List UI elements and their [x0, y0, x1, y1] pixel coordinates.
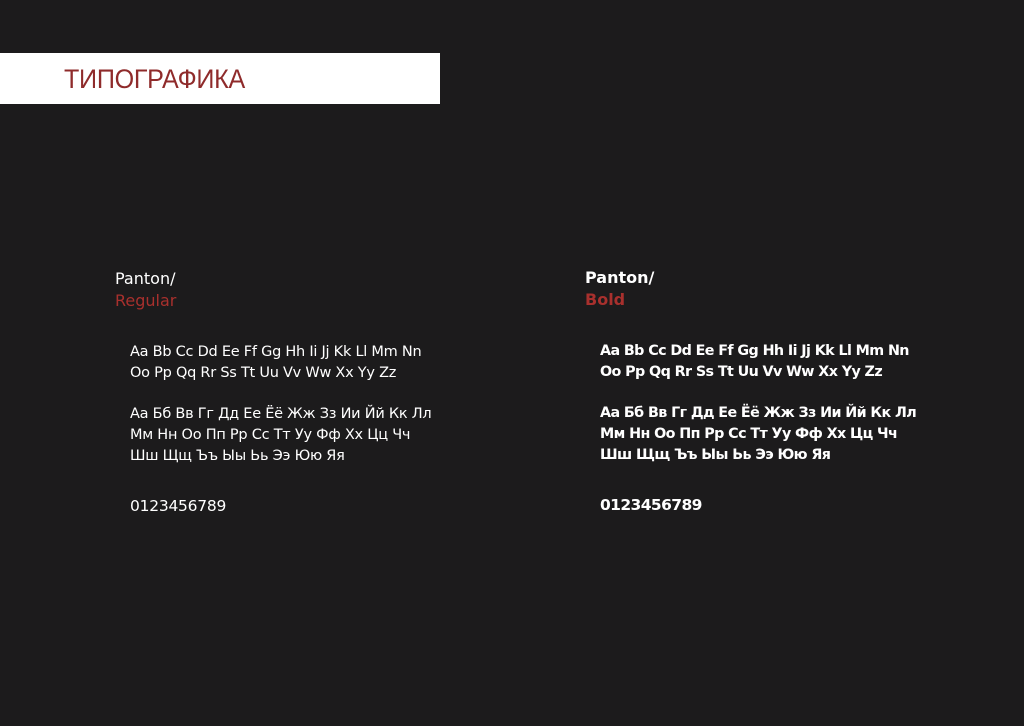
latin-line: Aa Bb Cc Dd Ee Ff Gg Hh Ii Jj Kk Ll Mm N… [600, 343, 909, 359]
latin-line: Oo Pp Qq Rr Ss Tt Uu Vv Ww Xx Yy Zz [600, 364, 883, 380]
font-name: Panton/ [115, 269, 176, 288]
title-band: ТИПОГРАФИКА [0, 53, 440, 104]
cyrillic-line: Мм Нн Оо Пп Рр Сс Тт Уу Фф Хх Цц Чч [130, 427, 411, 443]
font-weight-label: Regular [115, 291, 177, 310]
font-specimen-regular: Panton/ Regular Aa Bb Cc Dd Ee Ff Gg Hh … [115, 268, 432, 517]
cyrillic-line: Аа Бб Вв Гг Дд Ее Ёё Жж Зз Ии Йй Кк Лл [130, 406, 432, 422]
cyrillic-alphabet: Аа Бб Вв Гг Дд Ее Ёё Жж Зз Ии Йй Кк Лл М… [600, 403, 917, 466]
cyrillic-line: Шш Щщ Ъъ Ыы Ьь Ээ Юю Яя [130, 448, 345, 464]
latin-alphabet: Aa Bb Cc Dd Ee Ff Gg Hh Ii Jj Kk Ll Mm N… [130, 342, 431, 384]
cyrillic-line: Шш Щщ Ъъ Ыы Ьь Ээ Юю Яя [600, 447, 831, 463]
latin-alphabet: Aa Bb Cc Dd Ee Ff Gg Hh Ii Jj Kk Ll Mm N… [600, 341, 916, 383]
font-name: Panton/ [585, 268, 655, 287]
cyrillic-line: Аа Бб Вв Гг Дд Ее Ёё Жж Зз Ии Йй Кк Лл [600, 405, 917, 421]
digits-line: 0123456789 [600, 496, 702, 514]
latin-line: Oo Pp Qq Rr Ss Tt Uu Vv Ww Xx Yy Zz [130, 365, 397, 381]
digits-line: 0123456789 [130, 497, 227, 515]
font-weight-label: Bold [585, 290, 626, 309]
font-specimen-bold: Panton/ Bold Aa Bb Cc Dd Ee Ff Gg Hh Ii … [585, 267, 917, 516]
cyrillic-alphabet: Аа Бб Вв Гг Дд Ее Ёё Жж Зз Ии Йй Кк Лл М… [130, 404, 432, 467]
latin-line: Aa Bb Cc Dd Ee Ff Gg Hh Ii Jj Kk Ll Mm N… [130, 344, 422, 360]
cyrillic-line: Мм Нн Оо Пп Рр Сс Тт Уу Фф Хх Цц Чч [600, 426, 898, 442]
page-title: ТИПОГРАФИКА [64, 64, 246, 94]
